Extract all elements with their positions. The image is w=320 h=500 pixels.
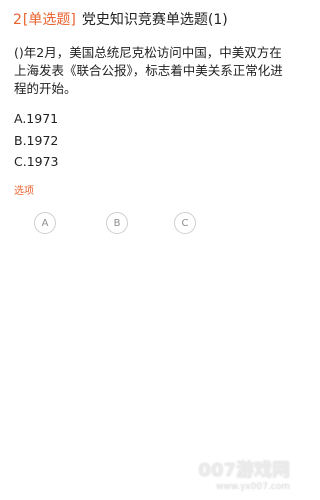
answer-choices: A B C bbox=[34, 212, 224, 236]
option-a: A.1971 bbox=[14, 111, 59, 126]
answer-choice-a-button[interactable]: A bbox=[34, 212, 56, 234]
quiz-page: 2 [单选题] 党史知识竞赛单选题(1) ()年2月，美国总统尼克松访问中国，中… bbox=[0, 0, 300, 500]
question-text: ()年2月，美国总统尼克松访问中国，中美双方在上海发表《联合公报》，标志着中美关… bbox=[14, 45, 283, 96]
answer-choice-b-button[interactable]: B bbox=[106, 212, 128, 234]
option-b: B.1972 bbox=[14, 133, 59, 148]
watermark-main: 007游戏网 bbox=[198, 460, 290, 481]
question-number: 2 bbox=[13, 12, 22, 28]
answer-choice-c-button[interactable]: C bbox=[174, 212, 196, 234]
question-type: [单选题] bbox=[22, 12, 76, 28]
quiz-title: 党史知识竞赛单选题(1) bbox=[81, 12, 228, 28]
watermark: 007游戏网 www.yx007.com bbox=[170, 460, 290, 493]
watermark-sub: www.yx007.com bbox=[215, 482, 290, 492]
question-header: 2 [单选题] 党史知识竞赛单选题(1) bbox=[13, 10, 228, 30]
option-c: C.1973 bbox=[14, 154, 59, 169]
selection-label: 选项 bbox=[14, 186, 34, 197]
